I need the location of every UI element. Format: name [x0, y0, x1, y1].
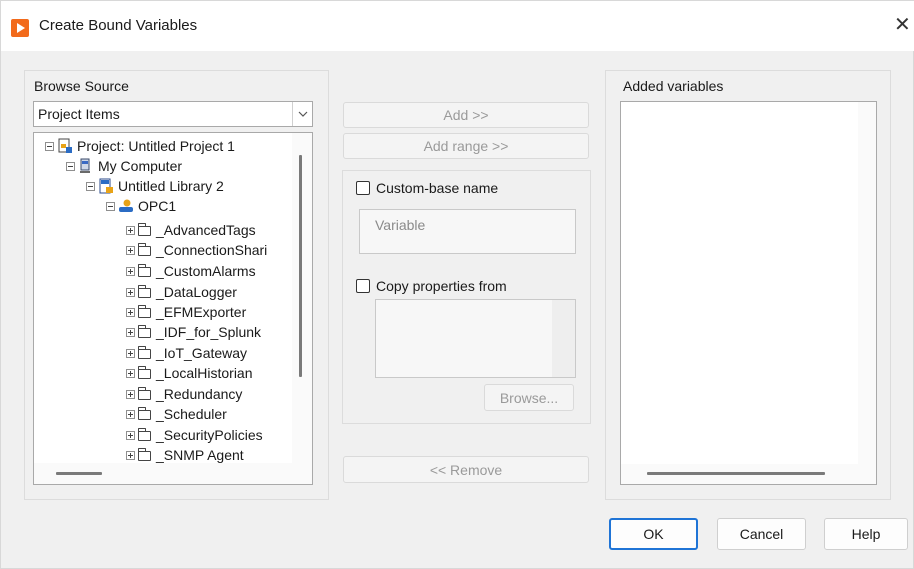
tree-folder-label: _Redundancy — [156, 386, 243, 402]
added-vertical-scrollbar[interactable] — [858, 102, 876, 464]
added-variables-label: Added variables — [623, 78, 724, 94]
close-icon[interactable]: ✕ — [894, 15, 911, 35]
added-horizontal-scroll-thumb[interactable] — [647, 472, 825, 475]
folder-icon — [138, 223, 151, 236]
folder-icon — [138, 325, 151, 338]
tree-folder-label: _Scheduler — [156, 406, 227, 422]
browse-source-dropdown[interactable]: Project Items — [33, 101, 313, 127]
tree-folder[interactable]: _SNMP Agent — [126, 445, 244, 465]
folder-icon — [138, 387, 151, 400]
browse-button[interactable]: Browse... — [484, 384, 574, 411]
tree-node-computer[interactable]: My Computer — [66, 156, 182, 176]
remove-button[interactable]: << Remove — [343, 456, 589, 483]
expand-icon[interactable] — [126, 348, 135, 358]
tree-folder[interactable]: _Redundancy — [126, 384, 242, 404]
added-variables-list[interactable] — [620, 101, 877, 485]
browse-source-value: Project Items — [38, 106, 120, 122]
tree-horizontal-scroll-thumb[interactable] — [56, 472, 102, 475]
labview-app-icon — [11, 19, 29, 37]
tree-node-library[interactable]: Untitled Library 2 — [86, 176, 224, 196]
tree-folder[interactable]: _SecurityPolicies — [126, 425, 263, 445]
tree-folder-label: _IoT_Gateway — [156, 345, 248, 361]
tree-folder[interactable]: _AdvancedTags — [126, 220, 256, 240]
library-icon — [98, 178, 114, 194]
browse-source-label: Browse Source — [34, 78, 129, 94]
tree-label-opc-server: OPC1 — [138, 198, 177, 214]
expand-icon[interactable] — [126, 450, 135, 460]
help-button[interactable]: Help — [824, 518, 908, 550]
tree-folder-label: _ConnectionShari — [156, 242, 268, 258]
add-range-button[interactable]: Add range >> — [343, 133, 589, 159]
folder-icon — [138, 428, 151, 441]
project-tree[interactable]: Project: Untitled Project 1 My Computer … — [33, 132, 313, 485]
expand-icon[interactable] — [126, 225, 135, 235]
tree-label-library: Untitled Library 2 — [118, 178, 224, 194]
folder-icon — [138, 305, 151, 318]
copy-properties-label: Copy properties from — [376, 278, 507, 294]
window-title: Create Bound Variables — [39, 17, 198, 34]
tree-node-project[interactable]: Project: Untitled Project 1 — [45, 136, 235, 156]
expand-icon[interactable] — [126, 245, 135, 255]
tree-folder-label: _CustomAlarms — [156, 263, 256, 279]
folder-icon — [138, 407, 151, 420]
opc-server-icon — [118, 198, 134, 214]
dialog-window: Create Bound Variables ✕ Browse Source P… — [0, 0, 914, 569]
added-horizontal-scrollbar[interactable] — [621, 464, 876, 484]
expand-icon[interactable] — [126, 409, 135, 419]
tree-folder[interactable]: _Scheduler — [126, 404, 227, 424]
expand-icon[interactable] — [126, 389, 135, 399]
copy-properties-checkbox[interactable] — [356, 279, 370, 293]
copy-properties-scrollbar[interactable] — [552, 300, 575, 377]
tree-folder[interactable]: _IDF_for_Splunk — [126, 322, 261, 342]
expand-icon[interactable] — [126, 266, 135, 276]
tree-folder-label: _AdvancedTags — [156, 222, 256, 238]
collapse-icon[interactable] — [106, 201, 115, 211]
tree-folder-label: _LocalHistorian — [156, 365, 253, 381]
expand-icon[interactable] — [126, 368, 135, 378]
folder-icon — [138, 346, 151, 359]
collapse-icon[interactable] — [66, 161, 75, 171]
expand-icon[interactable] — [126, 307, 135, 317]
folder-icon — [138, 366, 151, 379]
collapse-icon[interactable] — [45, 141, 54, 151]
folder-icon — [138, 285, 151, 298]
copy-properties-list[interactable] — [375, 299, 576, 378]
folder-icon — [138, 448, 151, 461]
tree-vertical-scroll-thumb[interactable] — [299, 155, 302, 377]
folder-icon — [138, 243, 151, 256]
tree-folder[interactable]: _CustomAlarms — [126, 261, 256, 281]
expand-icon[interactable] — [126, 287, 135, 297]
ok-button[interactable]: OK — [609, 518, 698, 550]
tree-folder[interactable]: _DataLogger — [126, 282, 237, 302]
tree-folder-label: _IDF_for_Splunk — [156, 324, 262, 340]
folder-icon — [138, 264, 151, 277]
tree-folder-label: _DataLogger — [156, 284, 237, 300]
custom-base-name-field[interactable]: Variable — [359, 209, 576, 254]
tree-vertical-scrollbar[interactable] — [292, 133, 312, 465]
computer-icon — [78, 158, 94, 174]
expand-icon[interactable] — [126, 327, 135, 337]
expand-icon[interactable] — [126, 430, 135, 440]
tree-folder[interactable]: _LocalHistorian — [126, 363, 253, 383]
tree-node-opc-server[interactable]: OPC1 — [106, 196, 176, 216]
tree-folder-label: _EFMExporter — [156, 304, 247, 320]
custom-base-name-checkbox[interactable] — [356, 181, 370, 195]
project-icon — [57, 138, 73, 154]
add-button[interactable]: Add >> — [343, 102, 589, 128]
collapse-icon[interactable] — [86, 181, 95, 191]
tree-label-project: Project: Untitled Project 1 — [77, 138, 235, 154]
title-bar: Create Bound Variables ✕ — [1, 1, 914, 51]
tree-label-computer: My Computer — [98, 158, 183, 174]
tree-horizontal-scrollbar[interactable] — [34, 463, 312, 484]
tree-folder[interactable]: _EFMExporter — [126, 302, 246, 322]
chevron-down-icon[interactable] — [292, 102, 312, 126]
tree-folder-label: _SecurityPolicies — [156, 427, 263, 443]
custom-base-name-placeholder: Variable — [375, 217, 426, 233]
tree-folder[interactable]: _IoT_Gateway — [126, 343, 247, 363]
custom-base-name-label: Custom-base name — [376, 180, 499, 196]
tree-folder-label: _SNMP Agent — [156, 447, 244, 463]
cancel-button[interactable]: Cancel — [717, 518, 806, 550]
tree-folder[interactable]: _ConnectionShari — [126, 240, 267, 260]
